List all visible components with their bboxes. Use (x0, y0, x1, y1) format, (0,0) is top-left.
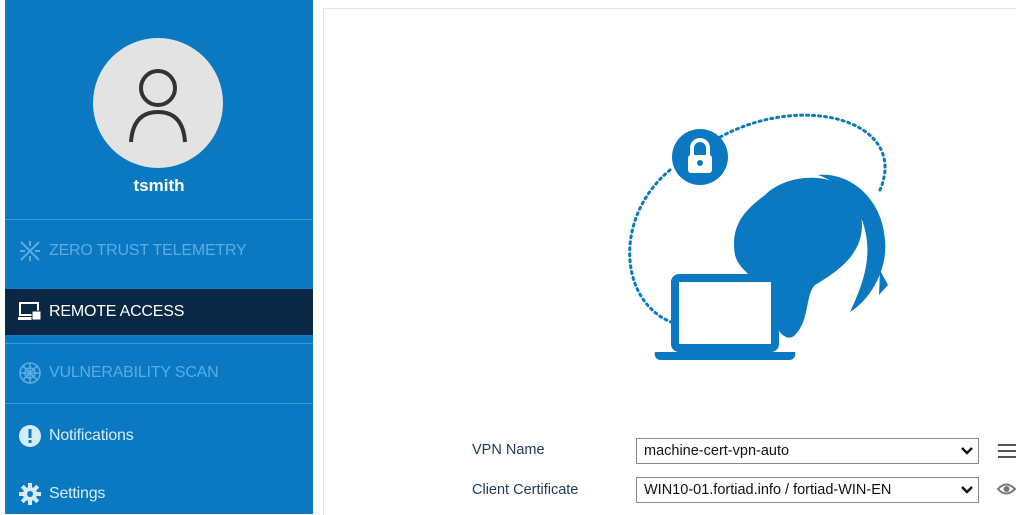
vpn-illustration (628, 113, 888, 361)
notifications-icon (17, 423, 43, 449)
sidebar: tsmith ZERO TRUST TELEMETRY REMOTE ACCES… (5, 0, 313, 514)
client-certificate-value: WIN10-01.fortiad.info / fortiad-WIN-EN (644, 482, 892, 498)
divider (5, 219, 313, 220)
nav-label: Notifications (49, 427, 134, 444)
divider (5, 403, 313, 404)
client-certificate-label: Client Certificate (472, 482, 579, 498)
username: tsmith (133, 176, 185, 195)
nav-label: Settings (49, 485, 106, 502)
vulnerability-scan-icon (17, 360, 43, 386)
nav-item-settings[interactable]: Settings (5, 476, 313, 512)
vpn-name-value: machine-cert-vpn-auto (644, 443, 790, 459)
vpn-name-select[interactable]: machine-cert-vpn-auto (636, 438, 979, 464)
nav-item-vulnerability-scan[interactable]: VULNERABILITY SCAN (5, 355, 313, 391)
user-icon (129, 69, 187, 143)
zero-trust-icon (17, 238, 43, 264)
nav-label: VULNERABILITY SCAN (49, 364, 219, 381)
menu-icon[interactable] (998, 443, 1016, 459)
eye-icon[interactable] (997, 482, 1016, 496)
divider (5, 343, 313, 344)
chevron-down-icon (956, 439, 978, 463)
lock-icon (672, 129, 728, 185)
laptop-icon (654, 274, 796, 361)
client-certificate-select[interactable]: WIN10-01.fortiad.info / fortiad-WIN-EN (636, 477, 979, 503)
remote-access-icon (17, 299, 43, 325)
chevron-down-icon (956, 478, 978, 502)
nav-item-remote-access[interactable]: REMOTE ACCESS (5, 289, 313, 335)
vpn-name-label: VPN Name (472, 442, 545, 458)
avatar[interactable] (93, 38, 223, 168)
nav-label: REMOTE ACCESS (49, 303, 185, 320)
nav-label: ZERO TRUST TELEMETRY (49, 242, 247, 259)
nav-item-notifications[interactable]: Notifications (5, 418, 313, 454)
nav-item-zero-trust-telemetry[interactable]: ZERO TRUST TELEMETRY (5, 233, 313, 269)
gear-icon (17, 481, 43, 507)
